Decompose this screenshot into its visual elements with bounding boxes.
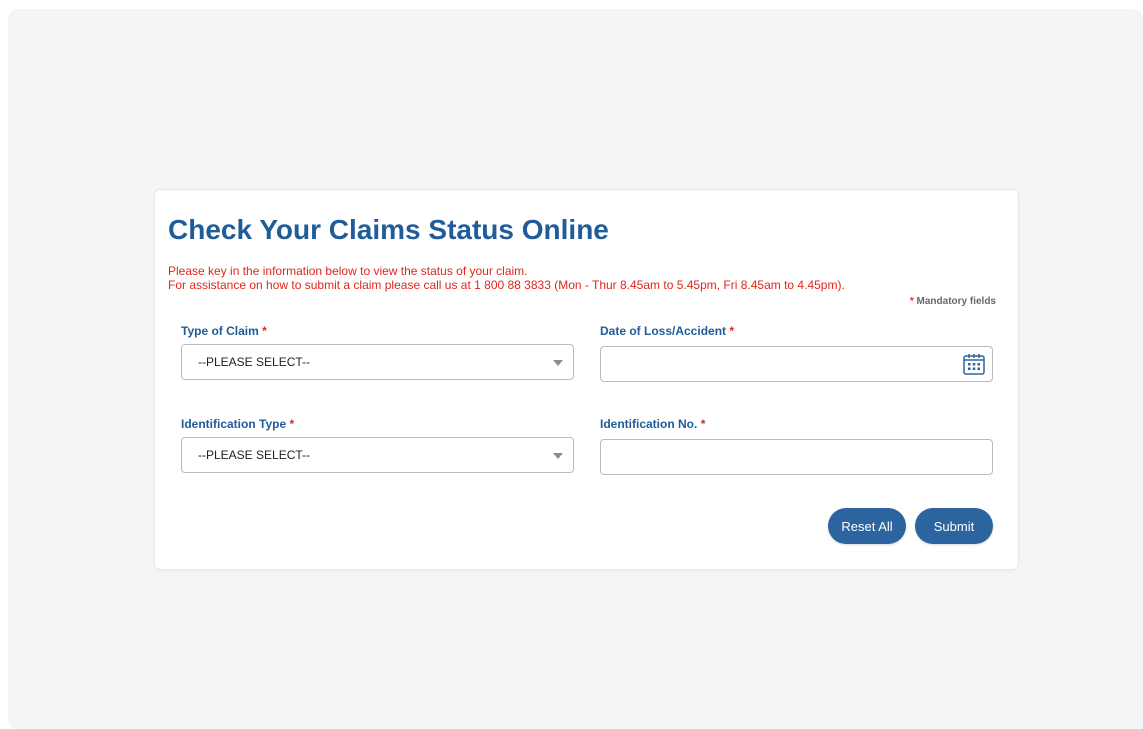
mandatory-note-text: Mandatory fields: [916, 296, 996, 307]
reset-all-button[interactable]: Reset All: [828, 508, 906, 544]
date-of-loss-label: Date of Loss/Accident *: [600, 324, 735, 338]
identification-type-select[interactable]: --PLEASE SELECT--: [181, 437, 574, 473]
required-star: *: [700, 417, 706, 431]
page-background: Check Your Claims Status Online Please k…: [8, 9, 1143, 729]
intro-line-1: Please key in the information below to v…: [168, 264, 528, 278]
intro-text: Please key in the information below to v…: [168, 264, 845, 292]
chevron-down-icon: [553, 453, 563, 459]
page-title: Check Your Claims Status Online: [168, 214, 609, 245]
type-of-claim-select[interactable]: --PLEASE SELECT--: [181, 344, 574, 380]
chevron-down-icon: [553, 360, 563, 366]
claims-status-card: Check Your Claims Status Online Please k…: [154, 189, 1019, 570]
intro-line-2: For assistance on how to submit a claim …: [168, 278, 845, 292]
identification-no-label: Identification No. *: [600, 417, 706, 431]
type-of-claim-selected: --PLEASE SELECT--: [198, 355, 311, 369]
identification-no-input[interactable]: [600, 439, 993, 475]
mandatory-star: *: [909, 296, 914, 307]
required-star: *: [289, 417, 295, 431]
date-of-loss-input[interactable]: [600, 346, 993, 382]
calendar-icon[interactable]: [962, 352, 986, 376]
type-of-claim-label: Type of Claim *: [181, 324, 267, 338]
required-star: *: [729, 324, 735, 338]
mandatory-note: * Mandatory fields: [910, 296, 996, 307]
identification-type-selected: --PLEASE SELECT--: [198, 448, 311, 462]
identification-type-label: Identification Type *: [181, 417, 295, 431]
required-star: *: [262, 324, 267, 338]
submit-button[interactable]: Submit: [915, 508, 993, 544]
